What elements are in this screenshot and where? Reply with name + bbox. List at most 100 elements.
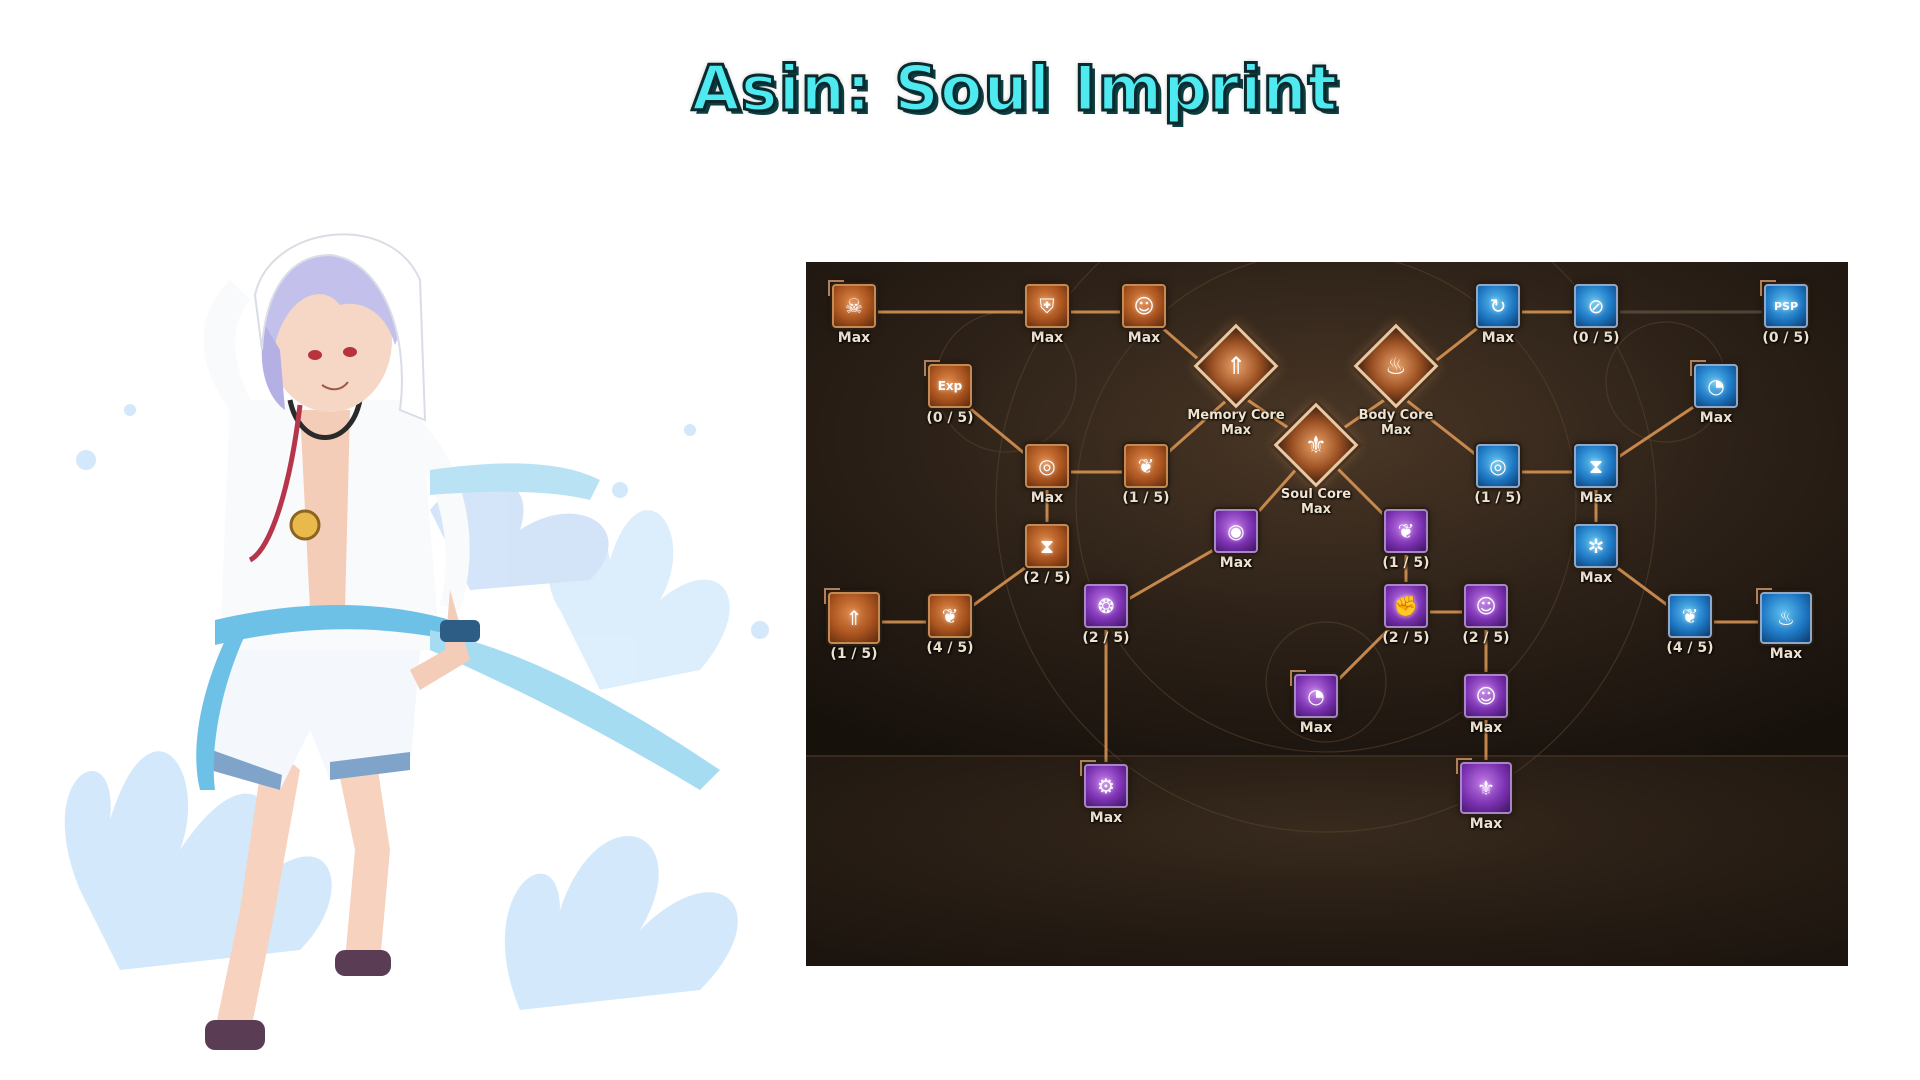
- skill-node-25[interactable]: ✲ Max: [1561, 524, 1631, 594]
- node-level: Max: [1030, 490, 1064, 506]
- node-frame: ☺: [1464, 674, 1508, 718]
- node-frame: ❂: [1084, 584, 1128, 628]
- node-frame: ⇑: [824, 588, 880, 644]
- node-level: (2 / 5): [1023, 570, 1071, 586]
- skill-node-15[interactable]: ◔ Max: [1281, 670, 1351, 744]
- node-level: Max: [1299, 720, 1333, 736]
- user-up-icon: ☺: [1133, 294, 1155, 318]
- skill-node-5[interactable]: ◎ Max: [1012, 444, 1082, 514]
- demon-mask-icon: ☠: [845, 294, 863, 318]
- skill-node-18[interactable]: ⚜ Max: [1451, 758, 1521, 832]
- target-icon: ◎: [1038, 454, 1056, 478]
- skill-node-19[interactable]: ↻ Max: [1463, 284, 1533, 354]
- skill-node-2[interactable]: ⛨ Max: [1012, 284, 1082, 354]
- skill-node-26[interactable]: ❦ (4 / 5): [1655, 594, 1725, 664]
- node-frame: ❦: [928, 594, 972, 638]
- node-level: Max: [1030, 330, 1064, 346]
- node-level: (1 / 5): [1122, 490, 1170, 506]
- skill-node-13[interactable]: ✊ (2 / 5): [1371, 584, 1441, 654]
- hourglass-icon: ⧗: [1588, 454, 1604, 478]
- skill-node-1[interactable]: ☠ Max: [819, 280, 889, 354]
- node-level: Max: [1579, 490, 1613, 506]
- sword-up-icon: ⇑: [845, 606, 863, 630]
- core-frame: ⇑: [1193, 323, 1279, 409]
- node-frame: ⊘: [1574, 284, 1618, 328]
- node-level: Max: [1769, 646, 1803, 662]
- skill-node-9[interactable]: ❦ (4 / 5): [915, 594, 985, 664]
- fist-icon: ✊: [1393, 594, 1419, 618]
- node-frame: ✲: [1574, 524, 1618, 568]
- core-frame: ⚜: [1273, 402, 1359, 488]
- node-level: (2 / 5): [1462, 630, 1510, 646]
- node-level: Max: [1699, 410, 1733, 426]
- flame-icon: ♨: [1777, 606, 1795, 630]
- node-level: Max: [1481, 330, 1515, 346]
- psp-icon: PSP: [1773, 299, 1799, 313]
- node-frame: ◔: [1290, 670, 1338, 718]
- node-frame: ☺: [1464, 584, 1508, 628]
- skill-node-6[interactable]: ❦ (1 / 5): [1111, 444, 1181, 514]
- skill-node-16[interactable]: ☺ Max: [1451, 674, 1521, 744]
- skill-node-21[interactable]: PSP (0 / 5): [1751, 280, 1821, 354]
- user-up-icon: ☺: [1475, 684, 1497, 708]
- feather-icon: ❦: [1681, 604, 1699, 628]
- soul-imprint-tree-panel: ⇑ Memory Core Max ♨ Body Core Max ⚜ Soul…: [806, 262, 1848, 966]
- soul-core-node[interactable]: ⚜ Soul Core Max: [1256, 402, 1376, 517]
- skill-node-14[interactable]: ☺ (2 / 5): [1451, 584, 1521, 654]
- node-frame: ⧗: [1025, 524, 1069, 568]
- feather-icon: ❦: [941, 604, 959, 628]
- node-level: (1 / 5): [1474, 490, 1522, 506]
- node-frame: ◉: [1214, 509, 1258, 553]
- feather-icon: ❦: [1137, 454, 1155, 478]
- node-level: (0 / 5): [1762, 330, 1810, 346]
- node-level: (4 / 5): [1666, 640, 1714, 656]
- node-frame: ❦: [1124, 444, 1168, 488]
- skill-node-22[interactable]: ◔ Max: [1681, 360, 1751, 434]
- node-level: Max: [1469, 720, 1503, 736]
- skill-node-27[interactable]: ♨ Max: [1751, 588, 1821, 662]
- core-level: Max: [1220, 423, 1252, 438]
- skill-node-20[interactable]: ⊘ (0 / 5): [1561, 284, 1631, 354]
- node-frame: ↻: [1476, 284, 1520, 328]
- user-gear-icon: ⚙: [1097, 774, 1115, 798]
- core-level: Max: [1380, 423, 1412, 438]
- node-level: Max: [837, 330, 871, 346]
- node-frame: ❦: [1384, 509, 1428, 553]
- clock-icon: ◔: [1307, 684, 1325, 708]
- node-level: Max: [1089, 810, 1123, 826]
- node-frame: ⚙: [1080, 760, 1128, 808]
- skill-node-11[interactable]: ❦ (1 / 5): [1371, 509, 1441, 579]
- skill-node-23[interactable]: ◎ (1 / 5): [1463, 444, 1533, 514]
- node-frame: ⛨: [1025, 284, 1069, 328]
- skill-node-24[interactable]: ⧗ Max: [1561, 444, 1631, 514]
- skill-node-12[interactable]: ❂ (2 / 5): [1071, 584, 1141, 654]
- skill-node-10[interactable]: ◉ Max: [1201, 509, 1271, 579]
- node-frame: ☠: [828, 280, 876, 328]
- node-frame: ◎: [1025, 444, 1069, 488]
- user-up-icon: ☺: [1475, 594, 1497, 618]
- node-level: (4 / 5): [926, 640, 974, 656]
- orb-icon: ◉: [1227, 519, 1245, 543]
- node-level: Max: [1469, 816, 1503, 832]
- skill-node-8[interactable]: ⇑ (1 / 5): [819, 588, 889, 662]
- target-icon: ◎: [1489, 454, 1507, 478]
- node-frame: ✊: [1384, 584, 1428, 628]
- skill-node-4[interactable]: Exp (0 / 5): [915, 360, 985, 434]
- no-shield-icon: ⊘: [1587, 294, 1605, 318]
- node-frame: Exp: [924, 360, 972, 408]
- flame-icon: ♨: [1385, 351, 1407, 380]
- core-frame: ♨: [1353, 323, 1439, 409]
- node-level: Max: [1579, 570, 1613, 586]
- clock-icon: ◔: [1707, 374, 1725, 398]
- page-title: Asin: Soul Imprint: [690, 51, 1339, 127]
- node-level: (0 / 5): [1572, 330, 1620, 346]
- recycle-icon: ↻: [1489, 294, 1507, 318]
- hourglass-icon: ⧗: [1039, 534, 1055, 558]
- node-level: (2 / 5): [1382, 630, 1430, 646]
- sword-icon: ⇑: [1225, 351, 1247, 380]
- skill-node-17[interactable]: ⚙ Max: [1071, 760, 1141, 834]
- crosshair-icon: ✲: [1587, 534, 1605, 558]
- skill-node-3[interactable]: ☺ Max: [1109, 284, 1179, 354]
- core-name: Soul Core: [1280, 487, 1352, 502]
- node-level: (1 / 5): [1382, 555, 1430, 571]
